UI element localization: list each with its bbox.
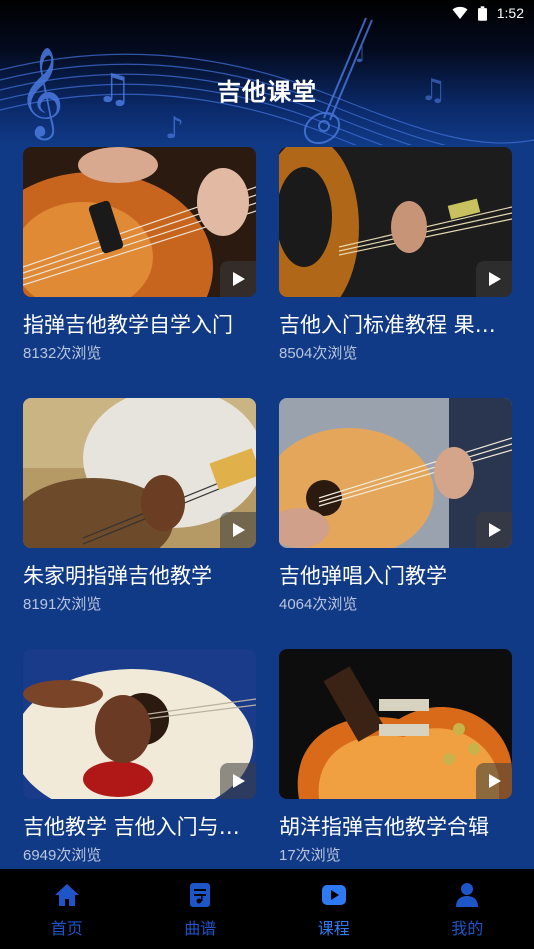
course-title[interactable]: 朱家明指弹吉他教学 bbox=[23, 562, 256, 590]
bottom-navigation: 首页 曲谱 课程 我的 bbox=[0, 869, 534, 949]
nav-label: 首页 bbox=[50, 919, 83, 938]
course-card[interactable]: 胡洋指弹吉他教学合辑 17次浏览 bbox=[279, 649, 512, 900]
play-icon bbox=[489, 523, 501, 537]
course-card[interactable]: 吉他入门标准教程 果木浪子 8504次浏览 bbox=[279, 147, 512, 398]
course-title[interactable]: 指弹吉他教学自学入门 bbox=[23, 311, 256, 339]
course-views: 17次浏览 bbox=[279, 847, 341, 864]
course-views: 4064次浏览 bbox=[279, 596, 358, 613]
status-bar: 1:52 bbox=[0, 0, 534, 26]
course-thumbnail[interactable] bbox=[279, 398, 512, 548]
course-views: 8191次浏览 bbox=[23, 596, 102, 613]
play-icon bbox=[233, 272, 245, 286]
course-card[interactable]: 指弹吉他教学自学入门 8132次浏览 bbox=[23, 147, 256, 398]
course-thumbnail[interactable] bbox=[23, 147, 256, 297]
play-button[interactable] bbox=[220, 261, 256, 297]
status-time: 1:52 bbox=[496, 5, 524, 21]
course-thumbnail[interactable] bbox=[279, 147, 512, 297]
wifi-icon bbox=[452, 6, 468, 19]
page-title: 吉他课堂 bbox=[217, 78, 317, 106]
play-icon bbox=[233, 523, 245, 537]
course-title[interactable]: 吉他弹唱入门教学 bbox=[279, 562, 512, 590]
course-card[interactable]: 吉他弹唱入门教学 4064次浏览 bbox=[279, 398, 512, 649]
battery-icon bbox=[477, 5, 487, 21]
course-grid: 指弹吉他教学自学入门 8132次浏览 吉他入门标准教程 果木浪子 8504次浏览 bbox=[23, 147, 513, 900]
nav-label: 我的 bbox=[451, 919, 484, 938]
home-icon bbox=[54, 884, 79, 906]
course-card[interactable]: 吉他教学 吉他入门与提高 6949次浏览 bbox=[23, 649, 256, 900]
course-card[interactable]: 朱家明指弹吉他教学 8191次浏览 bbox=[23, 398, 256, 649]
user-icon bbox=[456, 883, 479, 907]
nav-item-profile[interactable]: 我的 bbox=[401, 869, 534, 949]
play-button[interactable] bbox=[476, 763, 512, 799]
play-video-icon bbox=[321, 885, 346, 905]
play-icon bbox=[489, 774, 501, 788]
nav-label: 课程 bbox=[317, 919, 350, 938]
nav-item-home[interactable]: 首页 bbox=[0, 869, 134, 949]
nav-label: 曲谱 bbox=[184, 919, 217, 938]
course-views: 8132次浏览 bbox=[23, 345, 102, 362]
play-button[interactable] bbox=[476, 261, 512, 297]
course-title[interactable]: 吉他入门标准教程 果木浪子 bbox=[279, 311, 512, 339]
course-title[interactable]: 吉他教学 吉他入门与提高 bbox=[23, 813, 256, 841]
nav-item-courses[interactable]: 课程 bbox=[267, 869, 401, 949]
sheet-music-icon bbox=[190, 883, 211, 907]
play-button[interactable] bbox=[220, 512, 256, 548]
course-views: 6949次浏览 bbox=[23, 847, 102, 864]
play-button[interactable] bbox=[220, 763, 256, 799]
play-icon bbox=[233, 774, 245, 788]
course-title[interactable]: 胡洋指弹吉他教学合辑 bbox=[279, 813, 512, 841]
course-views: 8504次浏览 bbox=[279, 345, 358, 362]
svg-text:♪: ♪ bbox=[165, 111, 184, 145]
course-thumbnail[interactable] bbox=[279, 649, 512, 799]
play-icon bbox=[489, 272, 501, 286]
nav-item-sheet-music[interactable]: 曲谱 bbox=[134, 869, 268, 949]
play-button[interactable] bbox=[476, 512, 512, 548]
course-thumbnail[interactable] bbox=[23, 398, 256, 548]
course-thumbnail[interactable] bbox=[23, 649, 256, 799]
